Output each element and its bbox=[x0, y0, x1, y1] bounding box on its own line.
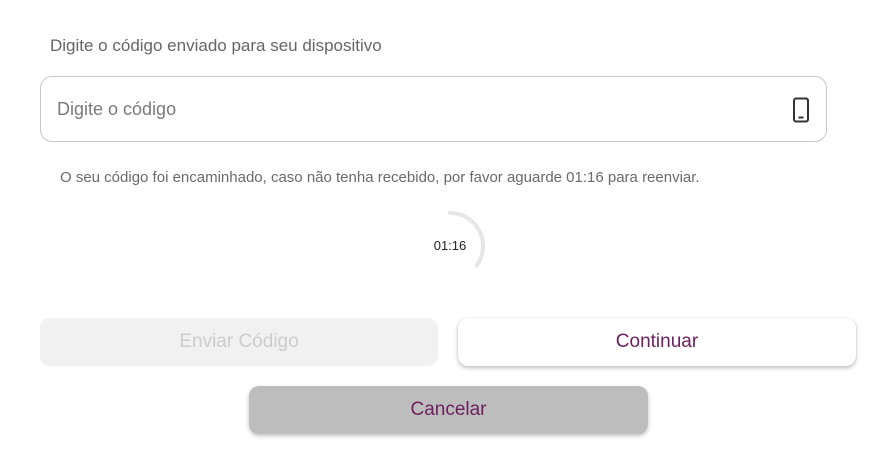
countdown-label: 01:16 bbox=[433, 238, 467, 253]
code-prompt-label: Digite o código enviado para seu disposi… bbox=[50, 36, 382, 55]
send-code-button[interactable]: Enviar Código bbox=[40, 318, 438, 366]
code-input[interactable] bbox=[57, 77, 777, 141]
code-field[interactable] bbox=[40, 76, 827, 142]
smartphone-icon bbox=[792, 97, 810, 123]
cancel-button[interactable]: Cancelar bbox=[249, 386, 648, 434]
countdown-timer: 01:16 bbox=[412, 208, 488, 284]
continue-button[interactable]: Continuar bbox=[458, 318, 856, 366]
resend-info-message: O seu código foi encaminhado, caso não t… bbox=[60, 169, 700, 186]
